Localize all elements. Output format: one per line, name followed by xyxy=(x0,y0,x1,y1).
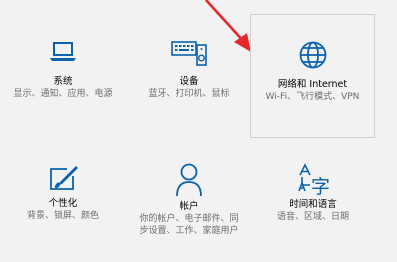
person-icon xyxy=(176,163,202,197)
tile-description: 你的帐户、电子邮件、同步设置、工作、家庭用户 xyxy=(139,214,239,236)
tile-accounts[interactable]: 帐户 你的帐户、电子邮件、同步设置、工作、家庭用户 xyxy=(132,162,246,237)
tile-description: 蓝牙、打印机、鼠标 xyxy=(148,89,230,99)
tile-devices[interactable]: 设备 蓝牙、打印机、鼠标 xyxy=(132,38,246,100)
laptop-icon xyxy=(50,42,76,61)
tile-description: Wi-Fi、飞行模式、VPN xyxy=(265,92,360,102)
keyboard-speaker-icon xyxy=(171,41,207,66)
globe-icon xyxy=(299,41,326,69)
tile-description: 显示、通知、应用、电源 xyxy=(13,89,113,99)
tile-title: 系统 xyxy=(53,76,73,87)
tile-personalization[interactable]: 个性化 背景、锁屏、颜色 xyxy=(6,164,120,222)
time-language-icon: 字 xyxy=(298,163,330,195)
tile-description: 背景、锁屏、颜色 xyxy=(26,211,99,221)
paint-icon xyxy=(50,166,78,190)
tile-description: 语音、区域、日期 xyxy=(276,212,349,222)
tile-network-internet[interactable]: 网络和 Internet Wi-Fi、飞行模式、VPN xyxy=(250,14,375,138)
tile-title: 个性化 xyxy=(48,198,78,209)
tile-title: 时间和语言 xyxy=(289,199,337,210)
tile-title: 网络和 Internet xyxy=(277,79,348,90)
svg-text:字: 字 xyxy=(311,176,330,195)
tile-title: 设备 xyxy=(179,76,199,87)
tile-time-language[interactable]: 字 时间和语言 语音、区域、日期 xyxy=(256,163,370,223)
tile-system[interactable]: 系统 显示、通知、应用、电源 xyxy=(6,38,120,100)
tile-title: 帐户 xyxy=(179,201,199,212)
